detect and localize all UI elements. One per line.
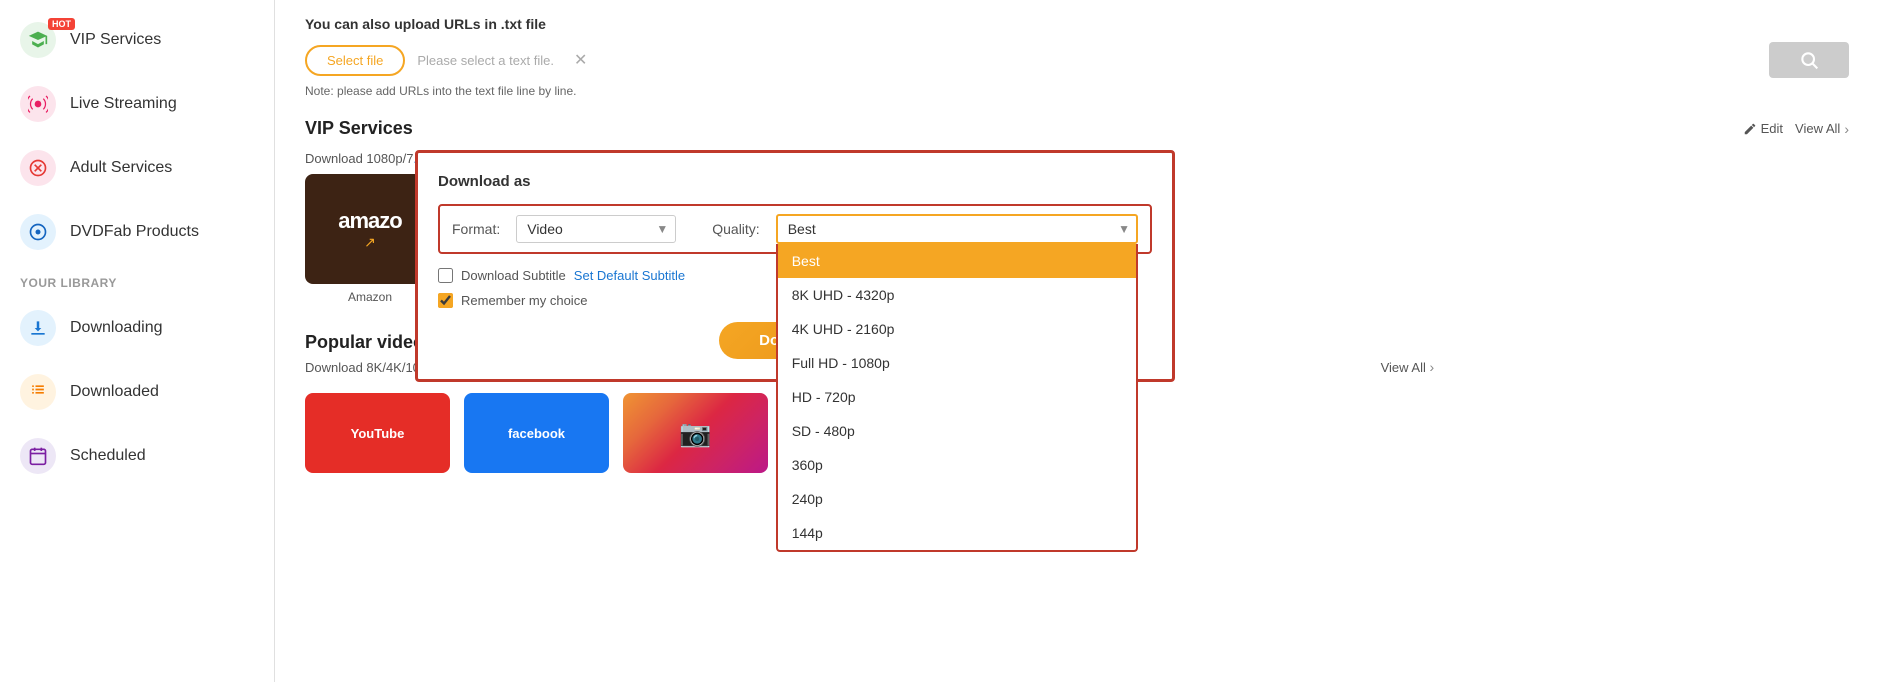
sidebar-item-live-label: Live Streaming bbox=[70, 95, 177, 113]
sidebar-item-vip-label: VIP Services bbox=[70, 31, 161, 49]
download-as-panel: Download as Format: Video Audio ▼ Qualit… bbox=[415, 150, 1175, 382]
remember-checkbox[interactable] bbox=[438, 293, 453, 308]
set-default-subtitle-link[interactable]: Set Default Subtitle bbox=[574, 268, 685, 283]
adult-services-icon bbox=[20, 150, 56, 186]
vip-section-header: VIP Services Edit View All › bbox=[275, 110, 1879, 147]
quality-option-best[interactable]: Best bbox=[778, 244, 1136, 278]
quality-option-240[interactable]: 240p bbox=[778, 482, 1136, 516]
quality-option-360[interactable]: 360p bbox=[778, 448, 1136, 482]
quality-option-8k[interactable]: 8K UHD - 4320p bbox=[778, 278, 1136, 312]
youtube-thumb[interactable]: YouTube bbox=[305, 393, 450, 473]
quality-option-480[interactable]: SD - 480p bbox=[778, 414, 1136, 448]
sidebar-item-adult-services[interactable]: Adult Services bbox=[0, 136, 274, 200]
upload-title: You can also upload URLs in .txt file bbox=[305, 16, 1849, 32]
upload-row: Select file Please select a text file. ✕ bbox=[305, 42, 1849, 78]
quality-dropdown: Best 8K UHD - 4320p 4K UHD - 2160p Full … bbox=[776, 244, 1138, 552]
sidebar-item-downloaded[interactable]: Downloaded bbox=[0, 360, 274, 424]
sidebar-item-downloading[interactable]: Downloading bbox=[0, 296, 274, 360]
dvdfab-icon bbox=[20, 214, 56, 250]
hot-badge: HOT bbox=[48, 18, 75, 30]
panel-title: Download as bbox=[438, 173, 1152, 190]
main-content: You can also upload URLs in .txt file Se… bbox=[275, 0, 1879, 682]
quality-option-4k[interactable]: 4K UHD - 2160p bbox=[778, 312, 1136, 346]
facebook-thumb[interactable]: facebook bbox=[464, 393, 609, 473]
quality-option-144[interactable]: 144p bbox=[778, 516, 1136, 550]
library-section-label: YOUR LIBRARY bbox=[0, 264, 274, 296]
quality-select-wrapper: Best 8K UHD - 4320p 4K UHD - 2160p Full … bbox=[776, 214, 1138, 244]
subtitle-checkbox[interactable] bbox=[438, 268, 453, 283]
quality-option-1080[interactable]: Full HD - 1080p bbox=[778, 346, 1136, 380]
sidebar-item-scheduled-label: Scheduled bbox=[70, 447, 146, 465]
search-area bbox=[1769, 42, 1849, 78]
downloaded-icon bbox=[20, 374, 56, 410]
subtitle-label: Download Subtitle bbox=[461, 268, 566, 283]
quality-option-720[interactable]: HD - 720p bbox=[778, 380, 1136, 414]
format-select-wrapper: Video Audio ▼ bbox=[516, 215, 676, 243]
sidebar-item-dvdfab-label: DVDFab Products bbox=[70, 223, 199, 241]
close-upload-icon[interactable]: ✕ bbox=[574, 50, 587, 70]
edit-button[interactable]: Edit bbox=[1743, 121, 1783, 136]
url-upload-section: You can also upload URLs in .txt file Se… bbox=[275, 0, 1879, 110]
sidebar-item-vip-services[interactable]: VIP Services HOT bbox=[0, 8, 274, 72]
instagram-thumb[interactable]: 📷 bbox=[623, 393, 768, 473]
sidebar: VIP Services HOT Live Streaming Adult Se… bbox=[0, 0, 275, 682]
select-file-button[interactable]: Select file bbox=[305, 45, 405, 76]
format-label: Format: bbox=[452, 221, 500, 237]
file-placeholder: Please select a text file. bbox=[417, 53, 554, 68]
popular-chevron-icon: › bbox=[1429, 359, 1434, 375]
vip-section-actions: Edit View All › bbox=[1743, 121, 1849, 137]
sidebar-item-downloading-label: Downloading bbox=[70, 319, 163, 337]
chevron-right-icon: › bbox=[1844, 121, 1849, 137]
view-all-button[interactable]: View All › bbox=[1795, 121, 1849, 137]
format-quality-row: Format: Video Audio ▼ Quality: Best 8K U… bbox=[438, 204, 1152, 254]
scheduled-icon bbox=[20, 438, 56, 474]
quality-select[interactable]: Best 8K UHD - 4320p 4K UHD - 2160p Full … bbox=[776, 214, 1138, 244]
sidebar-item-scheduled[interactable]: Scheduled bbox=[0, 424, 274, 488]
popular-view-all[interactable]: View All › bbox=[1381, 360, 1435, 375]
format-select[interactable]: Video Audio bbox=[516, 215, 676, 243]
vip-section-title: VIP Services bbox=[305, 118, 413, 139]
view-all-label: View All bbox=[1795, 121, 1840, 136]
search-box[interactable] bbox=[1769, 42, 1849, 78]
downloading-icon bbox=[20, 310, 56, 346]
sidebar-item-downloaded-label: Downloaded bbox=[70, 383, 159, 401]
sidebar-item-adult-label: Adult Services bbox=[70, 159, 172, 177]
upload-note: Note: please add URLs into the text file… bbox=[305, 84, 1849, 98]
sidebar-item-live-streaming[interactable]: Live Streaming bbox=[0, 72, 274, 136]
edit-label: Edit bbox=[1761, 121, 1783, 136]
live-streaming-icon bbox=[20, 86, 56, 122]
quality-label: Quality: bbox=[712, 221, 759, 237]
remember-label: Remember my choice bbox=[461, 293, 587, 308]
sidebar-item-dvdfab[interactable]: DVDFab Products bbox=[0, 200, 274, 264]
